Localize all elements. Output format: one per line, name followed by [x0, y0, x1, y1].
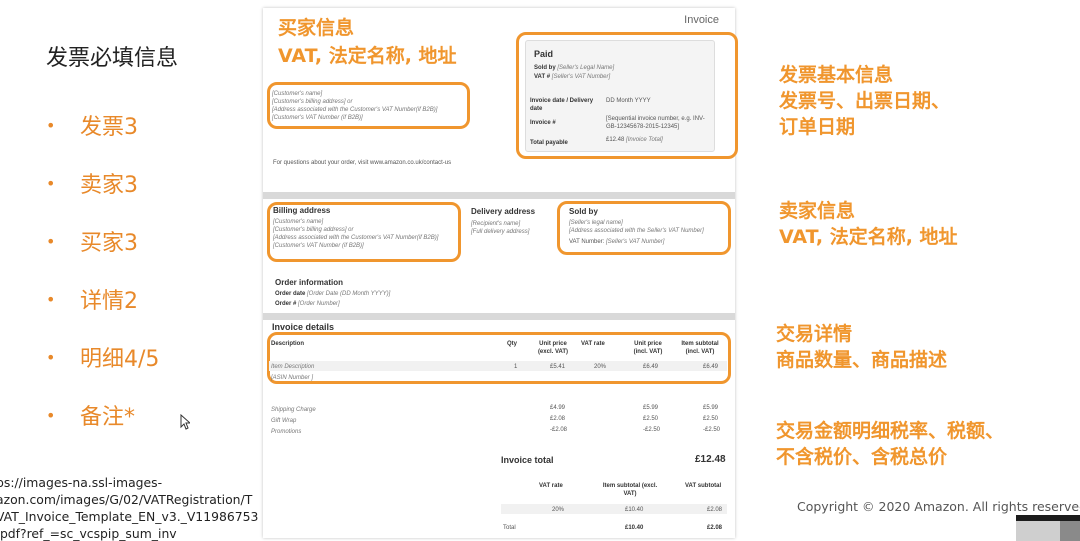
section-divider: [263, 313, 735, 320]
delivery-title: Delivery address: [471, 207, 536, 216]
invoice-total-label: Invoice total: [501, 455, 554, 465]
webcam-thumbnail: [1016, 515, 1080, 541]
delivery-lines: [Recipient's name] [Full delivery addres…: [471, 221, 530, 235]
bullet-label: 备注*: [80, 405, 136, 430]
item-asin: [ASIN Number ]: [271, 375, 314, 381]
buyer-info-note: 买家信息 VAT, 法定名称, 地址: [278, 17, 457, 67]
paid-box: Paid Sold by [Seller's Legal Name] VAT #…: [525, 40, 715, 152]
bullet-label: 卖家3: [80, 173, 138, 198]
list-item: • 明细4/5: [46, 328, 159, 386]
item-description: Item Description: [271, 364, 315, 370]
bullet-label: 详情2: [80, 289, 138, 314]
bullet-icon: •: [46, 173, 56, 193]
slide-title: 发票必填信息: [46, 46, 179, 71]
list-item: • 详情2: [46, 270, 159, 328]
copyright-text: Copyright © 2020 Amazon. All rights rese…: [797, 499, 1080, 514]
bullet-label: 发票3: [80, 115, 138, 140]
billing-lines: [Customer's name] [Customer's billing ad…: [273, 219, 439, 249]
trade-detail-annotation: 交易详情 商品数量、商品描述: [776, 323, 948, 371]
list-item: • 卖家3: [46, 154, 159, 212]
list-item: • 发票3: [46, 96, 159, 154]
bullet-icon: •: [46, 289, 56, 309]
bullet-icon: •: [46, 115, 56, 135]
source-url[interactable]: ps://images-na.ssl-images-azon.com/image…: [0, 474, 258, 541]
item-row-bg: [269, 361, 727, 371]
invoice-document: Invoice 买家信息 VAT, 法定名称, 地址 [Customer's n…: [263, 8, 738, 538]
list-item: • 买家3: [46, 212, 159, 270]
questions-text: For questions about your order, visit ww…: [273, 160, 452, 166]
mouse-cursor-icon: [180, 414, 190, 430]
customer-block: [Customer's name] [Customer's billing ad…: [272, 91, 438, 121]
bullet-label: 买家3: [80, 231, 138, 256]
amount-detail-annotation: 交易金额明细税率、税额、 不含税价、含税总价: [776, 420, 1005, 468]
list-item: • 备注*: [46, 386, 159, 444]
invoice-basic-annotation: 发票基本信息 发票号、出票日期、 订单日期: [779, 64, 951, 138]
sold-by-lines: [Seller's legal name] [Address associate…: [569, 220, 704, 234]
bullet-icon: •: [46, 231, 56, 251]
paid-title: Paid: [534, 49, 554, 59]
required-info-list: • 发票3 • 卖家3 • 买家3 • 详情2 • 明细4/5 • 备注*: [46, 96, 159, 444]
invoice-total-value: £12.48: [695, 454, 726, 465]
invoice-label: Invoice: [684, 14, 719, 26]
seller-info-annotation: 卖家信息 VAT, 法定名称, 地址: [779, 200, 958, 248]
section-divider: [263, 192, 735, 199]
sold-by-title: Sold by: [569, 207, 598, 216]
billing-title: Billing address: [273, 206, 331, 215]
bullet-label: 明细4/5: [80, 347, 160, 372]
bullet-icon: •: [46, 405, 56, 425]
details-title: Invoice details: [272, 322, 335, 332]
bullet-icon: •: [46, 347, 56, 367]
order-info-title: Order information: [275, 278, 344, 287]
